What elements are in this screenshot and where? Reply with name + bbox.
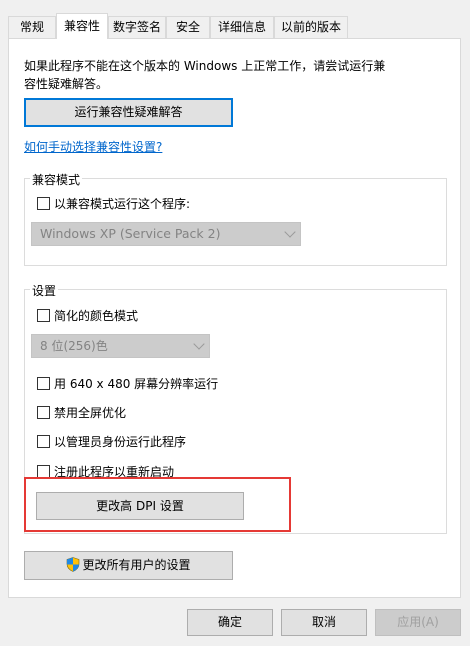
- run-640x480-checkbox[interactable]: [37, 377, 50, 390]
- apply-label: 应用(A): [397, 615, 439, 629]
- reduced-color-label: 简化的颜色模式: [54, 309, 139, 323]
- disable-fullscreen-checkbox[interactable]: [37, 406, 50, 419]
- tab-compatibility[interactable]: 兼容性: [56, 13, 108, 39]
- change-all-users-button[interactable]: 更改所有用户的设置: [24, 551, 233, 580]
- tab-general[interactable]: 常规: [8, 16, 56, 38]
- run-640x480-label: 用 640 x 480 屏幕分辨率运行: [54, 377, 219, 391]
- run-troubleshooter-button[interactable]: 运行兼容性疑难解答: [24, 98, 233, 127]
- tab-compatibility-label: 兼容性: [63, 19, 100, 33]
- tab-general-label: 常规: [19, 20, 44, 34]
- color-depth-select-value: 8 位(256)色: [40, 339, 108, 353]
- compat-mode-checkbox[interactable]: [37, 197, 50, 210]
- reduced-color-checkbox[interactable]: [37, 309, 50, 322]
- tab-digital-signatures[interactable]: 数字签名: [108, 16, 166, 38]
- highlight-box: [24, 477, 291, 532]
- cancel-label: 取消: [311, 615, 336, 629]
- compat-mode-checkbox-label: 以兼容模式运行这个程序:: [54, 197, 191, 211]
- settings-legend: 设置: [30, 282, 59, 299]
- ok-button[interactable]: 确定: [187, 609, 273, 636]
- tab-details[interactable]: 详细信息: [210, 16, 274, 38]
- run-as-admin-label: 以管理员身份运行此程序: [54, 435, 187, 449]
- intro-text-line1: 如果此程序不能在这个版本的 Windows 上正常工作，请尝试运行兼: [24, 59, 386, 73]
- intro-text-line2: 容性疑难解答。: [24, 77, 109, 91]
- tab-security[interactable]: 安全: [166, 16, 210, 38]
- tab-security-label: 安全: [175, 20, 200, 34]
- tab-previous-versions-label: 以前的版本: [280, 20, 341, 34]
- chevron-down-icon: [193, 338, 205, 350]
- uac-shield-icon: [67, 557, 80, 572]
- tab-details-label: 详细信息: [217, 20, 266, 34]
- manual-settings-link[interactable]: 如何手动选择兼容性设置?: [24, 138, 162, 155]
- cancel-button[interactable]: 取消: [281, 609, 367, 636]
- tab-digital-signatures-label: 数字签名: [112, 20, 161, 34]
- chevron-down-icon: [284, 226, 296, 238]
- compat-mode-legend: 兼容模式: [30, 171, 83, 188]
- run-as-admin-checkbox[interactable]: [37, 435, 50, 448]
- run-troubleshooter-label: 运行兼容性疑难解答: [74, 105, 183, 119]
- compat-mode-select-value: Windows XP (Service Pack 2): [40, 226, 221, 241]
- apply-button[interactable]: 应用(A): [375, 609, 461, 636]
- ok-label: 确定: [217, 615, 242, 629]
- color-depth-select[interactable]: 8 位(256)色: [31, 334, 210, 358]
- disable-fullscreen-label: 禁用全屏优化: [54, 406, 127, 420]
- compat-mode-select[interactable]: Windows XP (Service Pack 2): [31, 222, 301, 246]
- change-all-users-label: 更改所有用户的设置: [82, 558, 191, 572]
- tab-previous-versions[interactable]: 以前的版本: [274, 16, 348, 38]
